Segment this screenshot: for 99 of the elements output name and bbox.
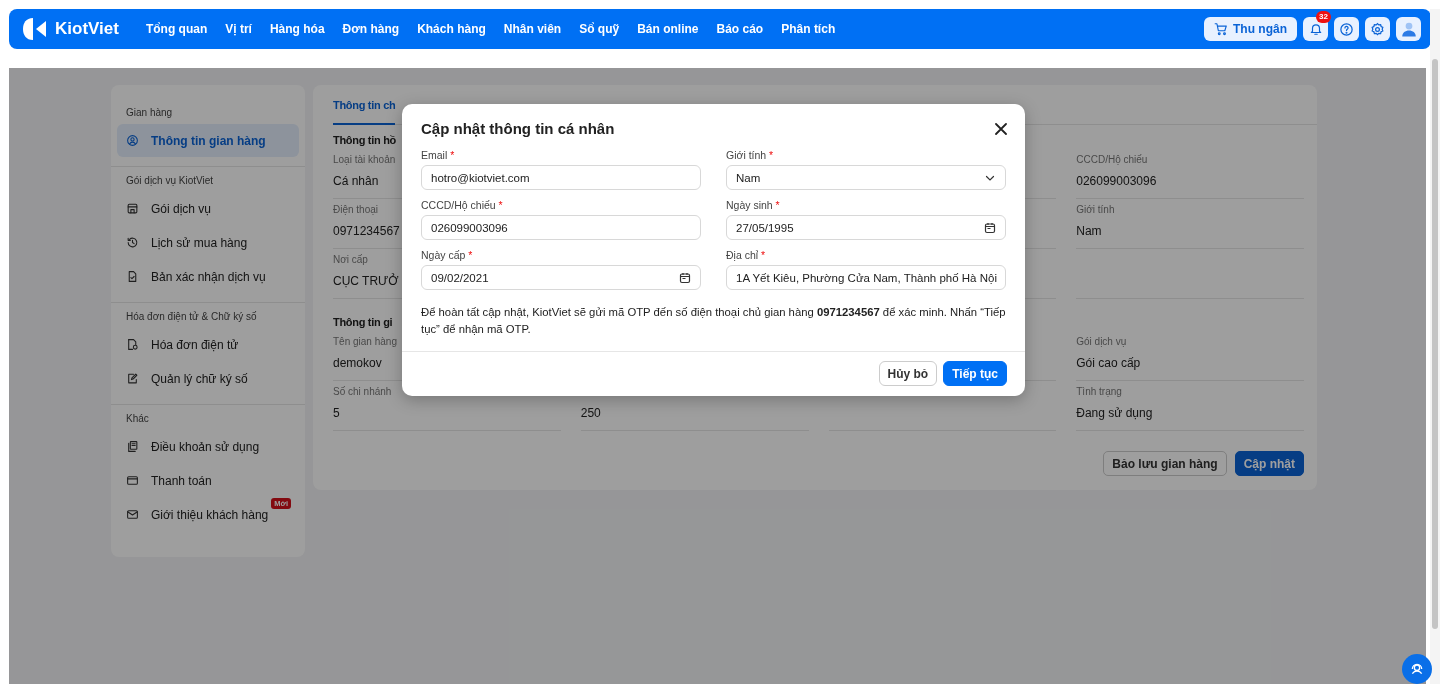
sidebar-item[interactable]: Bản xác nhận dịch vụ <box>117 260 299 293</box>
field-value: Cá nhân <box>333 174 379 188</box>
documents-icon <box>126 440 139 453</box>
continue-button[interactable]: Tiếp tục <box>943 361 1007 386</box>
item-label: Gói dịch vụ <box>151 201 212 216</box>
store-icon <box>126 202 139 215</box>
field-label: Địa chỉ * <box>726 249 767 261</box>
notification-button[interactable] <box>1303 17 1328 41</box>
settings-icon <box>1370 21 1385 37</box>
field-value: 0971234567 <box>333 224 400 238</box>
field-value: CỤC TRƯỞ <box>333 274 399 288</box>
nav-link[interactable]: Báo cáo <box>707 18 773 40</box>
field-label: Giới tính <box>1076 204 1115 217</box>
input-field[interactable]: 1A Yết Kiêu, Phường Cửa Nam, Thành phố Hà Nội <box>726 265 1006 290</box>
field-label: CCCD/Hộ chiếu * <box>421 199 504 211</box>
help-icon <box>1339 21 1354 37</box>
document-check-icon <box>126 270 139 283</box>
item-label: Giới thiệu khách hàng <box>151 507 269 522</box>
field-value: Đang sử dụng <box>1076 406 1153 420</box>
field-label: Gói dịch vụ <box>1076 336 1127 349</box>
field-label: Email * <box>421 149 456 161</box>
item-label: Thông tin gian hàng <box>151 133 266 148</box>
dropdown-field[interactable]: Nam <box>726 165 1006 190</box>
field-value: 026099003096 <box>1076 174 1157 188</box>
avatar-icon <box>1399 20 1418 38</box>
otp-notice: Để hoàn tất cập nhật, KiotViet sẽ gửi mã OTP đến số điện thoại chủ gian hàng 0971234567 để xác minh. Nhấn “Tiếp tục” để nhận mã OTP. <box>420 305 1007 337</box>
nav-link[interactable]: Khách hàng <box>408 18 495 40</box>
field-label: CCCD/Hộ chiếu <box>1076 154 1148 167</box>
sidebar-item[interactable]: Hóa đơn điện tử <box>117 328 299 361</box>
signature-icon <box>126 372 139 385</box>
field-label: Tình trạng <box>1076 386 1122 399</box>
group-title: Gian hàng <box>125 106 174 120</box>
brand-name: KiotViet <box>55 19 119 39</box>
input-field[interactable]: 026099003096 <box>421 215 701 240</box>
item-label: Bản xác nhận dịch vụ <box>151 269 266 284</box>
cancel-button[interactable]: Hủy bỏ <box>878 361 938 386</box>
field-label: Điện thoại <box>333 204 379 217</box>
update-button[interactable]: Cập nhật <box>1234 451 1304 476</box>
scrollbar-thumb[interactable] <box>1432 59 1438 629</box>
help-button[interactable] <box>1334 17 1359 41</box>
item-label: Quản lý chữ ký số <box>151 371 248 386</box>
sidebar-item[interactable]: Gói dịch vụ <box>117 192 299 225</box>
date-field[interactable]: 09/02/2021 <box>421 265 701 290</box>
nav-link[interactable]: Sổ quỹ <box>570 18 629 40</box>
field-label: Ngày cấp * <box>421 249 474 261</box>
field-value: 5 <box>333 406 340 420</box>
field-label: Loại tài khoản <box>333 154 396 167</box>
item-label: Lịch sử mua hàng <box>151 235 248 250</box>
notification-badge: 32 <box>1316 11 1331 23</box>
item-label: Hóa đơn điện tử <box>151 337 239 352</box>
date-field[interactable]: 27/05/1995 <box>726 215 1006 240</box>
field-value: 250 <box>580 406 601 420</box>
field-label: Số chi nhánh <box>333 386 392 399</box>
group-title: Khác <box>125 412 150 426</box>
wallet-icon <box>126 474 139 487</box>
nav-link[interactable]: Đơn hàng <box>333 18 409 40</box>
field-value: demokov <box>333 356 382 370</box>
headset-icon <box>1409 661 1425 677</box>
item-label: Điều khoản sử dụng <box>151 439 260 454</box>
field-label: Giới tính * <box>726 149 775 161</box>
group-title: Hóa đơn điện tử & Chữ ký số <box>125 310 258 324</box>
history-icon <box>126 236 139 249</box>
close-button[interactable] <box>995 122 1007 135</box>
bell-icon <box>1308 22 1323 36</box>
logo-icon <box>22 17 48 41</box>
calendar-icon <box>679 271 691 284</box>
sidebar-item[interactable]: Lịch sử mua hàng <box>117 226 299 259</box>
nav-link[interactable]: Bán online <box>628 18 708 40</box>
user-circle-icon <box>126 134 139 147</box>
sidebar-item[interactable]: Quản lý chữ ký số <box>117 362 299 395</box>
section-title: Thông tin hồ <box>333 134 396 146</box>
sidebar-item[interactable]: Điều khoản sử dụng <box>117 430 299 463</box>
cashier-button[interactable]: Thu ngân <box>1204 17 1297 41</box>
field-value: Gói cao cấp <box>1076 356 1141 370</box>
group-title: Gói dịch vụ KiotViet <box>125 174 215 188</box>
nav-link[interactable]: Vị trí <box>216 18 261 40</box>
field-label: Tên gian hàng <box>333 336 397 349</box>
input-field[interactable]: hotro@kiotviet.com <box>421 165 701 190</box>
item-label: Thanh toán <box>151 473 212 488</box>
suspend-button[interactable]: Bảo lưu gian hàng <box>1103 451 1227 476</box>
field-value: Nam <box>1076 224 1102 238</box>
sidebar-item[interactable]: Thanh toán <box>117 464 299 497</box>
field-label: Nơi cấp <box>333 254 368 267</box>
cart-icon <box>1214 22 1228 36</box>
nav-link[interactable]: Nhân viên <box>494 18 571 40</box>
nav-link[interactable]: Tổng quan <box>136 18 217 40</box>
section-title: Thông tin gi <box>333 316 393 328</box>
settings-button[interactable] <box>1365 17 1390 41</box>
avatar-button[interactable] <box>1396 17 1421 41</box>
calendar-icon <box>984 221 996 234</box>
sidebar-item[interactable]: Thông tin gian hàng <box>117 124 299 157</box>
field-label: Ngày sinh * <box>726 199 781 211</box>
tab[interactable]: Thông tin ch <box>333 85 396 125</box>
close-icon <box>995 122 1007 135</box>
dialog-title: Cập nhật thông tin cá nhân <box>421 120 615 137</box>
nav-link[interactable]: Phân tích <box>772 18 845 40</box>
mail-icon <box>126 508 139 521</box>
receipt-icon <box>126 338 139 351</box>
nav-link[interactable]: Hàng hóa <box>260 18 334 40</box>
